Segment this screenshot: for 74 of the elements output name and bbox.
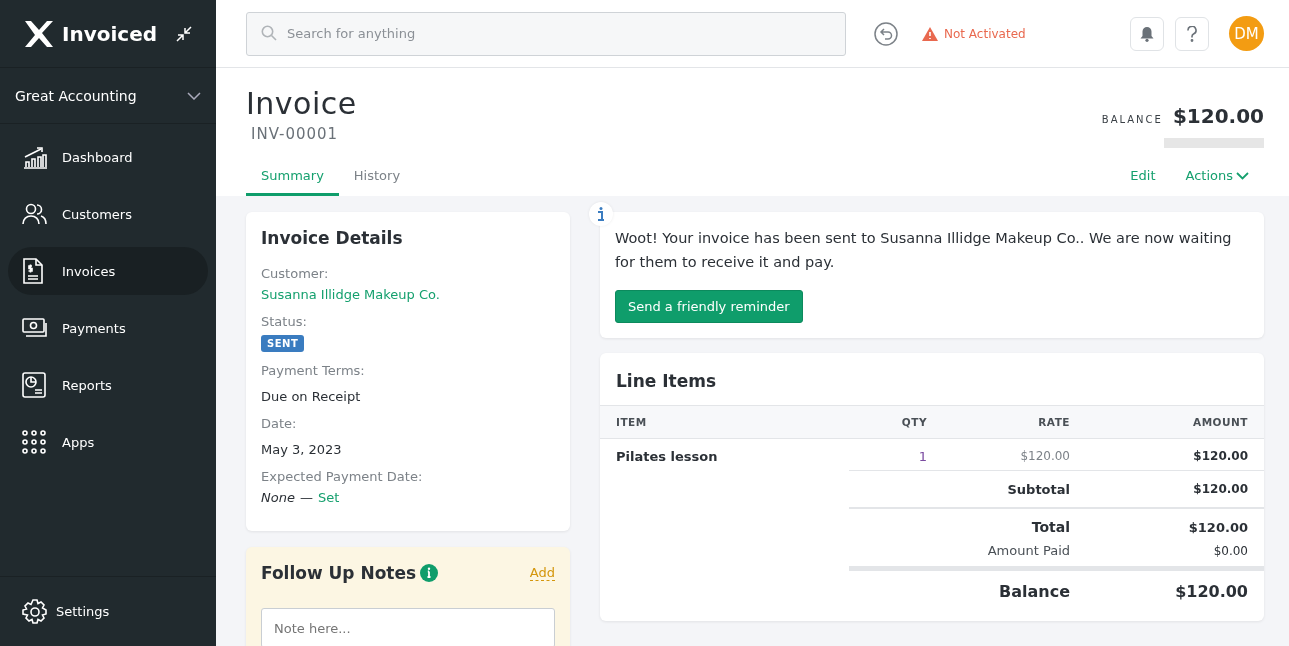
field-value: None <box>261 490 295 505</box>
column-header: RATE <box>1037 416 1070 428</box>
chart-icon <box>22 145 48 169</box>
total-value: $0.00 <box>1212 543 1249 558</box>
document-icon <box>22 258 44 284</box>
user-avatar[interactable]: DM <box>1229 16 1264 51</box>
settings-label[interactable]: Settings <box>56 604 110 619</box>
info-icon <box>598 207 604 221</box>
field-value: May 3, 2023 <box>261 442 342 457</box>
column-header: AMOUNT <box>1192 416 1249 428</box>
nav-item[interactable]: Apps <box>8 418 208 466</box>
warning-icon <box>922 26 938 41</box>
nav-item[interactable]: Reports <box>8 361 208 409</box>
logo-icon <box>24 18 54 49</box>
actions-menu[interactable]: Actions <box>1185 168 1249 183</box>
field-label: Status: <box>261 314 307 329</box>
add-link[interactable]: Add <box>529 565 555 581</box>
field-value: Due on Receipt <box>261 389 361 404</box>
help-icon <box>1187 25 1197 42</box>
total-label: Total <box>1030 519 1070 535</box>
total-label: Amount Paid <box>986 543 1070 558</box>
info-icon[interactable] <box>420 564 439 582</box>
activation-status[interactable]: Not Activated <box>944 26 1026 41</box>
total-label: Balance <box>998 581 1070 601</box>
customer-link[interactable]: Susanna Illidge Makeup Co. <box>261 287 440 302</box>
nav-item[interactable]: Dashboard <box>8 133 208 181</box>
field-label: Date: <box>261 416 297 431</box>
total-label: Subtotal <box>1006 481 1070 497</box>
bell-icon <box>1140 25 1154 42</box>
field-label: Payment Terms: <box>261 363 365 378</box>
collapse-icon[interactable] <box>176 25 192 42</box>
invoice-number: INV-00001 <box>251 125 340 143</box>
undo-icon[interactable] <box>874 21 898 46</box>
search-field[interactable]: Search for anything <box>246 11 846 56</box>
apps-grid-icon <box>22 430 46 454</box>
field-label: Expected Payment Date: <box>261 469 423 484</box>
banknote-icon <box>22 318 48 338</box>
tab[interactable]: History <box>338 168 416 196</box>
nav-item[interactable]: Customers <box>8 190 208 238</box>
tab[interactable]: Summary <box>246 168 339 196</box>
table-cell-text: $120.00 <box>1019 449 1070 464</box>
chevron-down-icon <box>1236 171 1249 180</box>
nav-item[interactable]: Invoices <box>8 247 208 295</box>
note-field[interactable]: Note here... <box>261 608 555 646</box>
help-button[interactable] <box>1175 16 1209 51</box>
total-value: $120.00 <box>1187 519 1249 535</box>
edit-link[interactable]: Edit <box>1130 168 1156 183</box>
nav-item[interactable]: Payments <box>8 304 208 352</box>
card-title: Invoice Details <box>261 228 404 248</box>
card-title: Follow Up Notes <box>261 563 417 583</box>
column-header: ITEM <box>615 416 648 428</box>
total-value: $120.00 <box>1192 482 1249 496</box>
total-value: $120.00 <box>1174 581 1249 601</box>
field-label: Customer: <box>261 266 329 281</box>
balance-amount: $120.00 <box>1172 104 1264 128</box>
notifications-button[interactable] <box>1130 16 1164 51</box>
reminder-button[interactable]: Send a friendly reminder <box>615 290 803 323</box>
column-header: QTY <box>900 416 927 428</box>
table-cell-text: 1 <box>917 449 927 464</box>
set-link[interactable]: Set <box>318 490 340 505</box>
table-cell-text: $120.00 <box>1192 449 1249 464</box>
company-name: Great Accounting <box>15 87 137 104</box>
report-icon <box>22 372 46 398</box>
dash: — <box>300 490 313 505</box>
status-badge: SENT <box>261 335 305 352</box>
page-title: Invoice <box>246 86 357 121</box>
settings-icon[interactable] <box>22 598 48 625</box>
people-icon <box>22 203 48 225</box>
sent-message: Woot! Your invoice has been sent to Susanna Illidge Makeup Co.. We are now waiting for them to receive it and pay. <box>615 229 1233 272</box>
balance-label: BALANCE <box>1101 114 1163 125</box>
brand-name: Invoiced <box>62 21 158 46</box>
card-title: Line Items <box>615 370 718 393</box>
chevron-down-icon[interactable] <box>187 91 201 100</box>
table-cell-text: Pilates lesson <box>615 449 719 464</box>
